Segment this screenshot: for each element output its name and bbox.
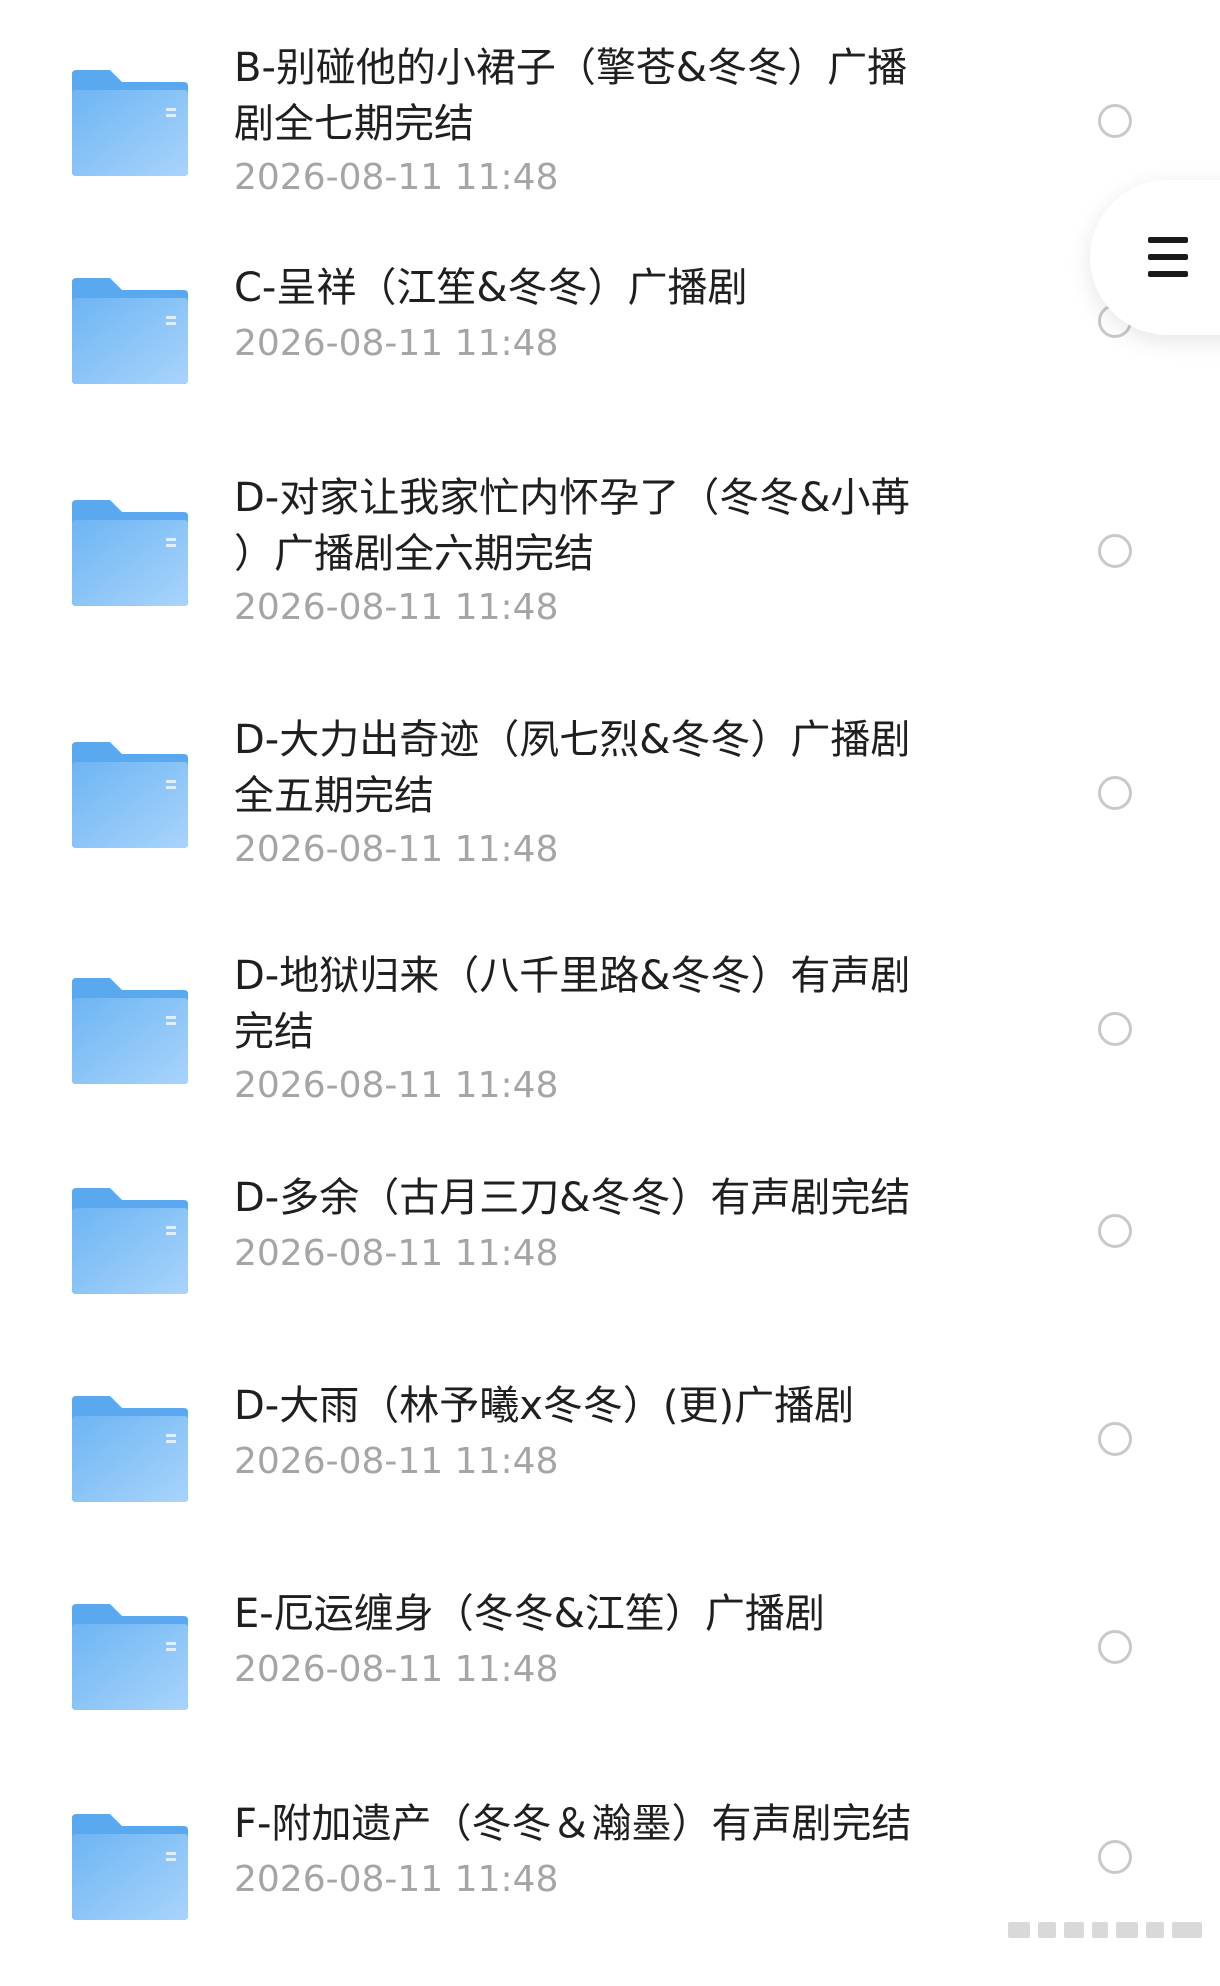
file-name: D-大雨（林予曦x冬冬）(更)广播剧 (234, 1378, 974, 1434)
list-item[interactable]: D-地狱归来（八千里路&冬冬）有声剧 完结 2026-08-11 11:48 (0, 948, 1220, 1138)
file-name: C-呈祥（江笙&冬冬）广播剧 (234, 260, 974, 316)
folder-icon (70, 1394, 190, 1504)
select-radio[interactable] (1098, 104, 1132, 138)
file-name-line: E-厄运缠身（冬冬&江笙）广播剧 (234, 1591, 825, 1637)
file-name-line: D-大力出奇迹（夙七烈&冬冬）广播剧 (234, 717, 911, 763)
list-item[interactable]: D-多余（古月三刀&冬冬）有声剧完结 2026-08-11 11:48 (0, 1170, 1220, 1360)
file-list: B-别碰他的小裙子（擎苍&冬冬）广播 剧全七期完结 2026-08-11 11:48… (0, 0, 1220, 1940)
file-name-line: D-地狱归来（八千里路&冬冬）有声剧 (234, 953, 911, 999)
menu-icon (1148, 237, 1188, 277)
folder-icon (70, 1602, 190, 1712)
list-item[interactable]: F-附加遗产（冬冬＆瀚墨）有声剧完结 2026-08-11 11:48 (0, 1796, 1220, 1986)
file-name: D-大力出奇迹（夙七烈&冬冬）广播剧 全五期完结 (234, 712, 974, 824)
folder-icon (70, 740, 190, 850)
select-radio[interactable] (1098, 534, 1132, 568)
file-date: 2026-08-11 11:48 (234, 1441, 559, 1482)
folder-icon (70, 1186, 190, 1296)
list-item[interactable]: E-厄运缠身（冬冬&江笙）广播剧 2026-08-11 11:48 (0, 1586, 1220, 1776)
folder-icon (70, 68, 190, 178)
folder-icon (70, 498, 190, 608)
file-name-line: D-对家让我家忙内怀孕了（冬冬&小苒 (234, 475, 911, 521)
file-name-line: 全五期完结 (234, 773, 434, 819)
folder-icon (70, 1812, 190, 1922)
file-date: 2026-08-11 11:48 (234, 1233, 559, 1274)
select-radio[interactable] (1098, 776, 1132, 810)
file-name: D-地狱归来（八千里路&冬冬）有声剧 完结 (234, 948, 974, 1060)
file-name-line: B-别碰他的小裙子（擎苍&冬冬）广播 (234, 45, 908, 91)
file-name-line: 剧全七期完结 (234, 101, 474, 147)
file-date: 2026-08-11 11:48 (234, 323, 559, 364)
watermark (1008, 1918, 1208, 1940)
file-date: 2026-08-11 11:48 (234, 829, 559, 870)
file-name: B-别碰他的小裙子（擎苍&冬冬）广播 剧全七期完结 (234, 40, 974, 152)
file-name-line: D-大雨（林予曦x冬冬）(更)广播剧 (234, 1383, 855, 1429)
select-radio[interactable] (1098, 1012, 1132, 1046)
select-radio[interactable] (1098, 1422, 1132, 1456)
list-item[interactable]: B-别碰他的小裙子（擎苍&冬冬）广播 剧全七期完结 2026-08-11 11:48 (0, 40, 1220, 230)
list-item[interactable]: D-对家让我家忙内怀孕了（冬冬&小苒 ）广播剧全六期完结 2026-08-11 11… (0, 470, 1220, 660)
file-name-line: 完结 (234, 1009, 314, 1055)
file-date: 2026-08-11 11:48 (234, 1649, 559, 1690)
file-name-line: ）广播剧全六期完结 (234, 531, 594, 577)
file-name-line: F-附加遗产（冬冬＆瀚墨）有声剧完结 (234, 1801, 912, 1847)
folder-icon (70, 976, 190, 1086)
file-date: 2026-08-11 11:48 (234, 587, 559, 628)
select-radio[interactable] (1098, 1630, 1132, 1664)
list-item[interactable]: C-呈祥（江笙&冬冬）广播剧 2026-08-11 11:48 (0, 260, 1220, 450)
folder-icon (70, 276, 190, 386)
file-name-line: C-呈祥（江笙&冬冬）广播剧 (234, 265, 748, 311)
list-item[interactable]: D-大力出奇迹（夙七烈&冬冬）广播剧 全五期完结 2026-08-11 11:48 (0, 712, 1220, 902)
file-name-line: D-多余（古月三刀&冬冬）有声剧完结 (234, 1175, 911, 1221)
file-date: 2026-08-11 11:48 (234, 157, 559, 198)
list-item[interactable]: D-大雨（林予曦x冬冬）(更)广播剧 2026-08-11 11:48 (0, 1378, 1220, 1568)
select-radio[interactable] (1098, 1214, 1132, 1248)
file-name: D-对家让我家忙内怀孕了（冬冬&小苒 ）广播剧全六期完结 (234, 470, 974, 582)
file-name: D-多余（古月三刀&冬冬）有声剧完结 (234, 1170, 974, 1226)
file-name: F-附加遗产（冬冬＆瀚墨）有声剧完结 (234, 1796, 974, 1852)
file-date: 2026-08-11 11:48 (234, 1859, 559, 1900)
file-name: E-厄运缠身（冬冬&江笙）广播剧 (234, 1586, 974, 1642)
select-radio[interactable] (1098, 1840, 1132, 1874)
file-date: 2026-08-11 11:48 (234, 1065, 559, 1106)
